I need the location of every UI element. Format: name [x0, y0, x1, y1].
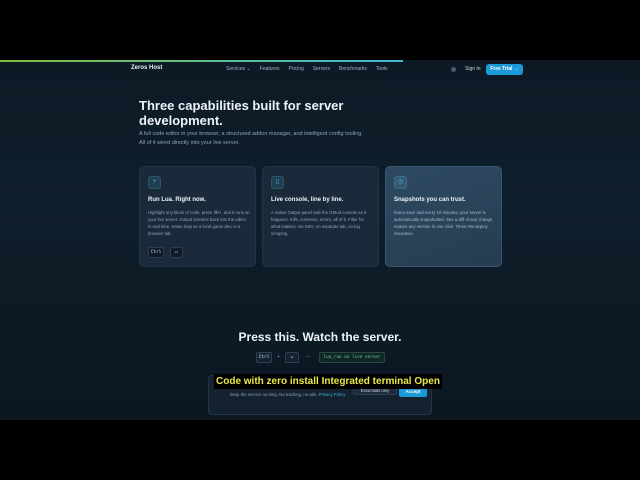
free-trial-button[interactable]: Free Trial → [486, 64, 523, 75]
card-body: Every save and every 10 minutes, your se… [394, 210, 494, 236]
sign-in-link[interactable]: Sign In [465, 66, 481, 72]
letterbox-bottom [0, 420, 640, 480]
page-viewport: Zeros Host Services ⌄ Features Pricing S… [0, 60, 640, 420]
kbd-ctrl: Ctrl [148, 247, 164, 258]
kbd-enter: ↵ [170, 247, 183, 258]
menu-item-features[interactable]: Features [260, 66, 280, 72]
cookie-text: keep the service running. No tracking, n… [230, 391, 350, 398]
logo[interactable]: Zeros Host [131, 65, 162, 71]
menu-item-tools[interactable]: Tools [376, 66, 388, 72]
demo-kbd-enter: ↵ [285, 352, 299, 363]
demo-title: Press this. Watch the server. [238, 330, 402, 344]
feature-card-run-lua: + Run Lua. Right now. Highlight any bloc… [139, 166, 256, 267]
demo-result-pill: lua_run on live server [319, 352, 385, 363]
card-title: Snapshots you can trust. [394, 197, 466, 203]
section-headline: Three capabilities built for server deve… [139, 98, 344, 128]
demo-kbd-ctrl: Ctrl [256, 352, 272, 363]
menu-item-benchmarks[interactable]: Benchmarks [339, 66, 367, 72]
card-title: Run Lua. Right now. [148, 197, 206, 203]
section-lead: A full code editor in your browser, a st… [139, 131, 363, 146]
cookie-message: keep the service running. No tracking, n… [230, 392, 318, 397]
letterbox-top [0, 0, 640, 60]
menu-item-pricing[interactable]: Pricing [289, 66, 304, 72]
privacy-policy-link[interactable]: Privacy Policy [319, 392, 346, 397]
video-caption: Code with zero install Integrated termin… [214, 374, 442, 389]
snapshot-icon: ◷ [394, 176, 407, 189]
card-title: Live console, line by line. [271, 197, 344, 203]
top-nav: Zeros Host Services ⌄ Features Pricing S… [0, 62, 640, 78]
feature-card-live-console: ▯ Live console, line by line. A native O… [262, 166, 379, 267]
arrow-right-icon: → [305, 353, 311, 359]
card-body: Highlight any block of code, press ⌘↵, a… [148, 210, 250, 236]
menu-item-services[interactable]: Services ⌄ [226, 66, 251, 72]
code-icon: + [148, 176, 161, 189]
card-body: A native Output panel tails the GMod con… [271, 210, 367, 236]
main-menu: Services ⌄ Features Pricing Servers Benc… [226, 66, 388, 72]
theme-toggle-icon[interactable] [451, 67, 456, 72]
demo-plus: + [277, 354, 280, 360]
feature-card-snapshots: ◷ Snapshots you can trust. Every save an… [385, 166, 502, 267]
menu-item-servers[interactable]: Servers [313, 66, 330, 72]
console-icon: ▯ [271, 176, 284, 189]
